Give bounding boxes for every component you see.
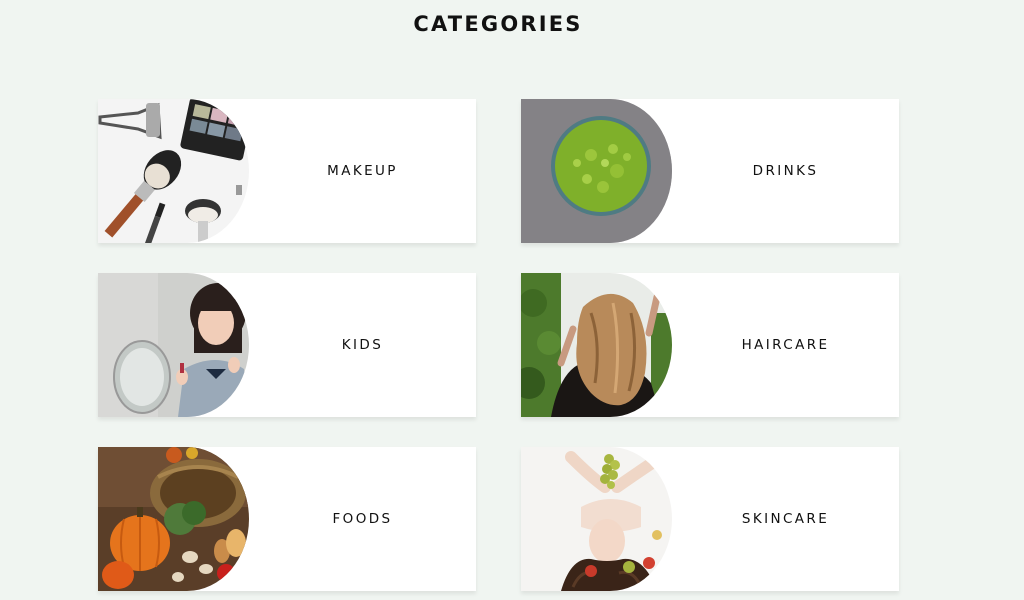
green-smoothie-image — [521, 99, 672, 243]
section-title: CATEGORIES — [413, 12, 583, 36]
category-label: DRINKS — [752, 163, 819, 179]
category-card-kids[interactable]: KIDS — [98, 273, 476, 417]
makeup-tools-image — [98, 99, 249, 243]
category-label: KIDS — [341, 337, 384, 353]
category-label: SKINCARE — [741, 511, 830, 527]
category-card-makeup[interactable]: MAKEUP — [98, 99, 476, 243]
category-card-skincare[interactable]: SKINCARE — [521, 447, 899, 591]
category-card-drinks[interactable]: DRINKS — [521, 99, 899, 243]
category-card-haircare[interactable]: HAIRCARE — [521, 273, 899, 417]
category-label: MAKEUP — [327, 163, 398, 179]
wavy-hair-image — [521, 273, 672, 417]
category-label: HAIRCARE — [741, 337, 830, 353]
category-label: FOODS — [332, 511, 393, 527]
vegetable-basket-image — [98, 447, 249, 591]
girl-with-lipstick-image — [98, 273, 249, 417]
woman-lying-with-grapes-image — [521, 447, 672, 591]
categories-page: CATEGORIES MAKEUP DRINKS KIDS HAIRCARE F… — [0, 0, 1024, 600]
category-card-foods[interactable]: FOODS — [98, 447, 476, 591]
